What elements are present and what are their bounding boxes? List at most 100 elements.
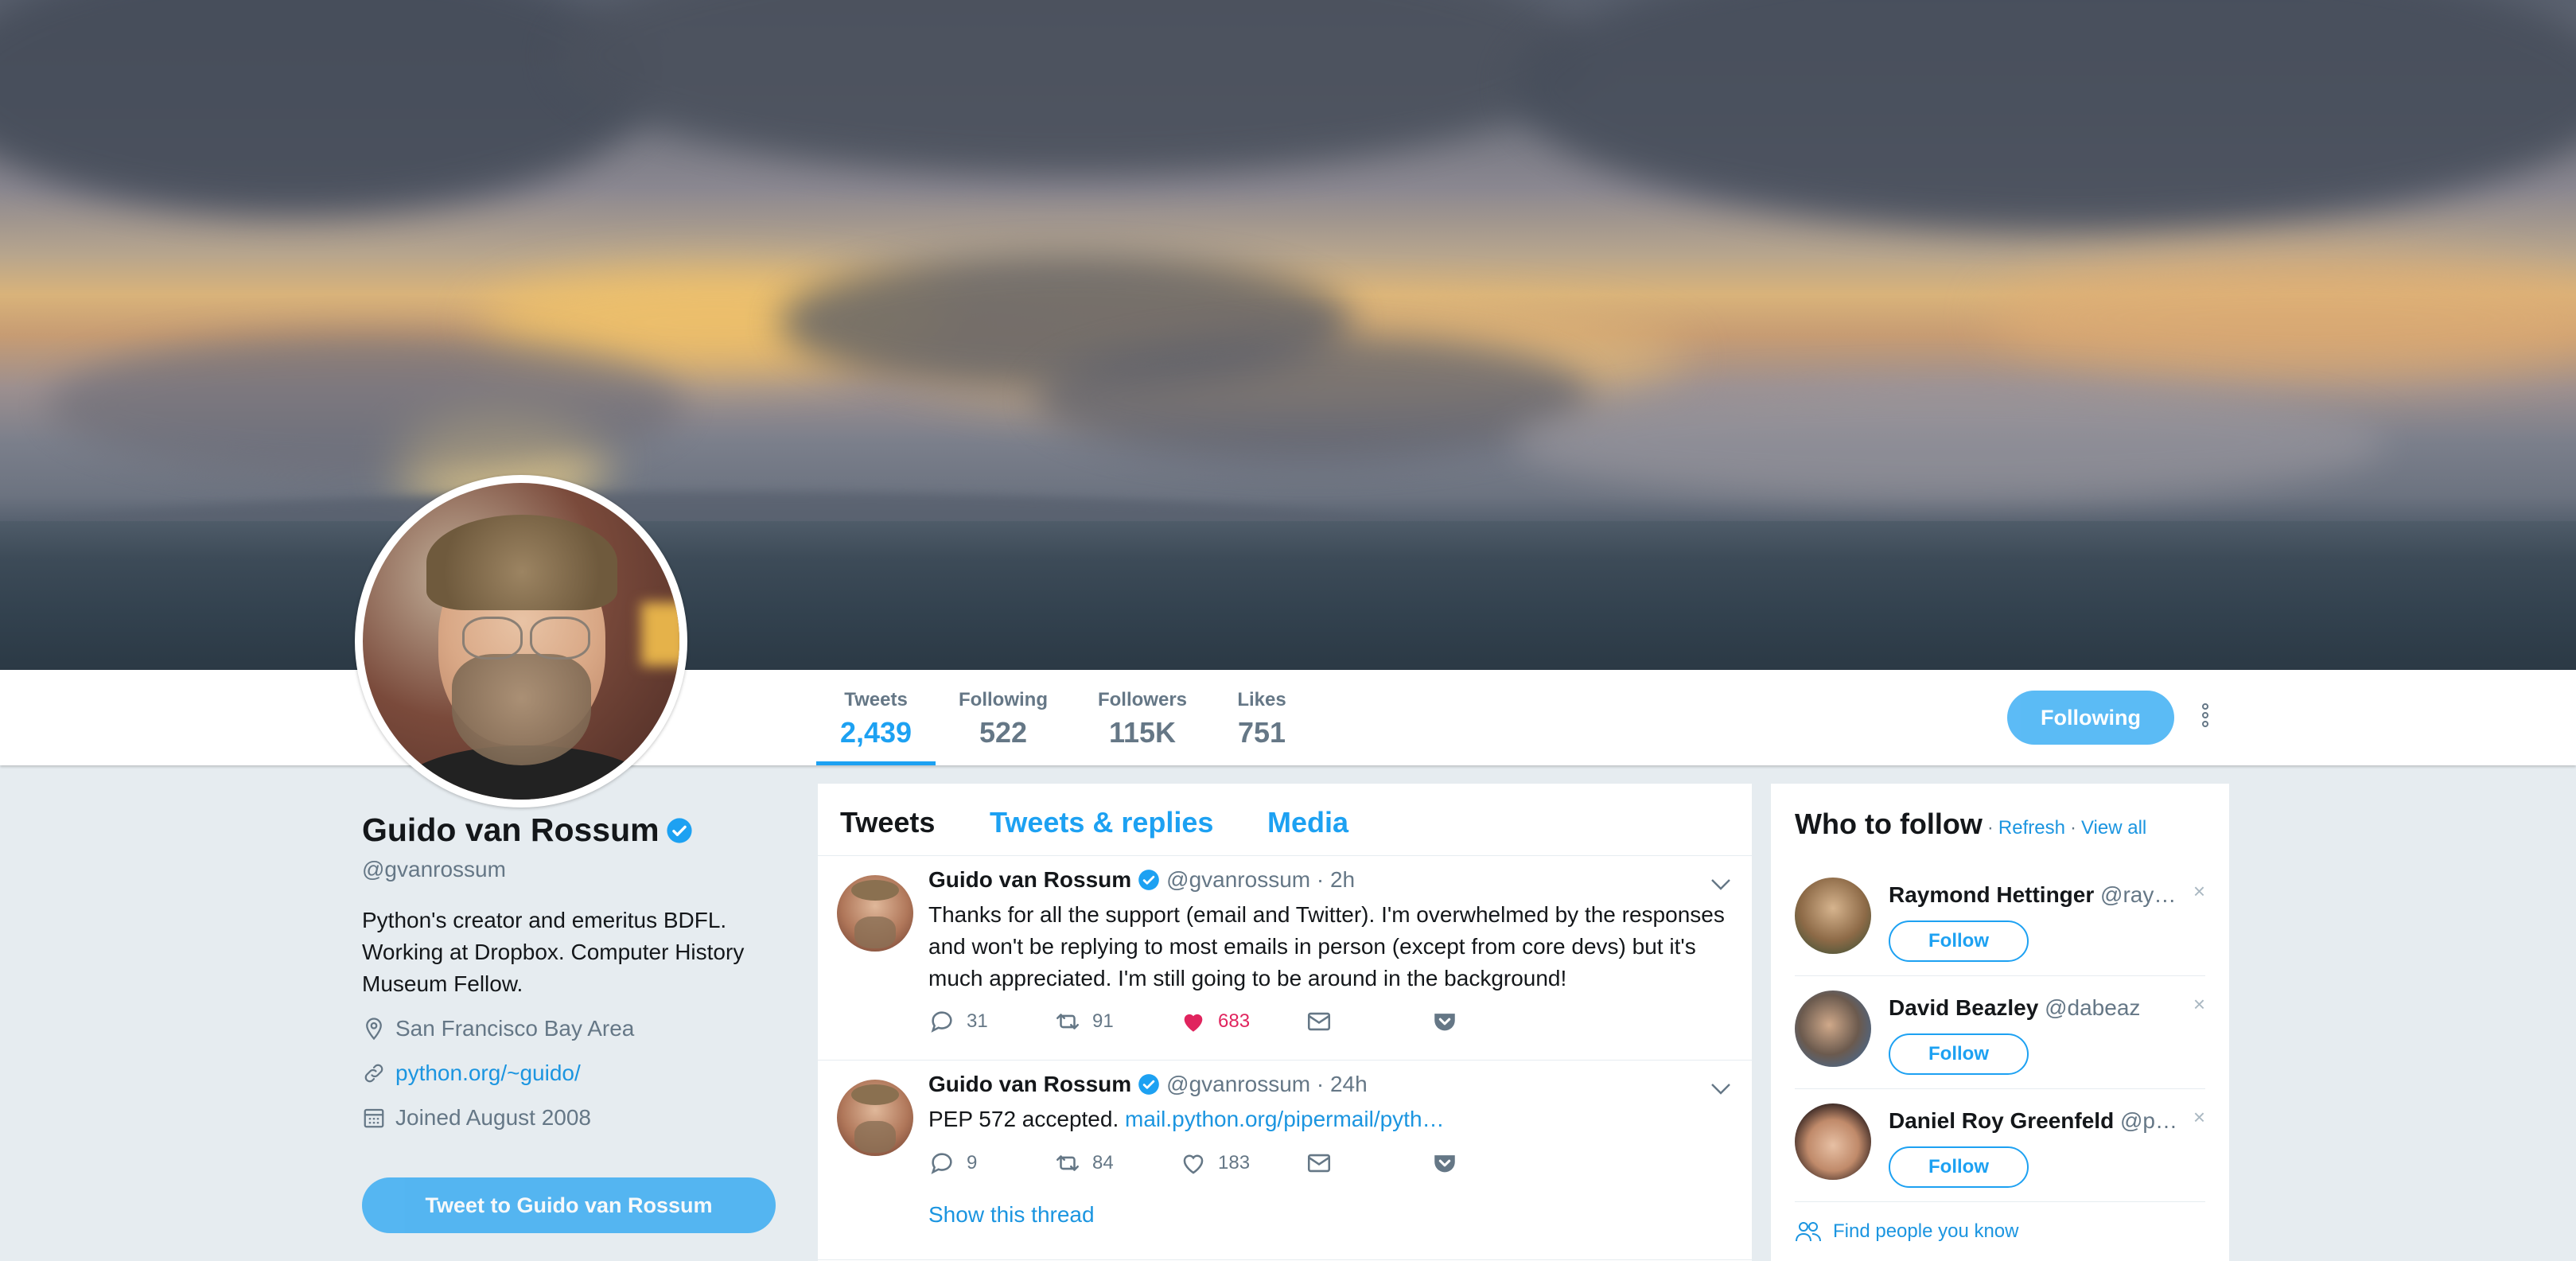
- chevron-down-icon[interactable]: [1710, 878, 1731, 891]
- suggestion-handle: @ray…: [2100, 882, 2177, 907]
- tweet-meta: @gvanrossum · 24h: [1166, 1072, 1368, 1096]
- close-icon[interactable]: ×: [2193, 1105, 2205, 1130]
- nav-stat-value: 522: [979, 716, 1028, 749]
- suggestion-handle: @p…: [2119, 1108, 2177, 1133]
- refresh-link[interactable]: Refresh: [1998, 817, 2065, 839]
- suggestion-name[interactable]: Raymond Hettinger @ray…: [1889, 882, 2176, 908]
- tweet-avatar[interactable]: [837, 1080, 913, 1156]
- following-button[interactable]: Following: [2007, 691, 2174, 745]
- timeline: Tweets Tweets & replies Media Guido van …: [818, 784, 1752, 1261]
- pocket-icon: [1434, 1155, 1455, 1173]
- more-vertical-icon[interactable]: [2202, 703, 2213, 735]
- tweet-author-name[interactable]: Guido van Rossum: [928, 1072, 1131, 1097]
- link-icon: [364, 1064, 383, 1083]
- nav-stat-tweets[interactable]: Tweets 2,439: [816, 689, 936, 765]
- retweet-icon: [1056, 1014, 1080, 1029]
- retweet-icon: [1056, 1155, 1080, 1171]
- timeline-tabs: Tweets Tweets & replies Media: [818, 784, 1752, 856]
- tweet-text: Thanks for all the support (email and Tw…: [928, 902, 1725, 991]
- tweet-to-button[interactable]: Tweet to Guido van Rossum: [362, 1177, 776, 1233]
- envelope-icon: [1307, 1012, 1331, 1031]
- suggestion-name[interactable]: Daniel Roy Greenfeld @p…: [1889, 1108, 2177, 1134]
- reply-action[interactable]: 9: [928, 1150, 1054, 1177]
- like-count: 683: [1218, 1010, 1251, 1032]
- suggestion-name[interactable]: David Beazley @dabeaz: [1889, 995, 2140, 1021]
- tweet-item[interactable]: Guido van Rossum @gvanrossum · 24h PEP 5…: [818, 1061, 1752, 1260]
- find-people-link[interactable]: Find people you know: [1795, 1220, 2018, 1243]
- tweet-item[interactable]: Guido van Rossum @gvanrossum · 2h Thanks…: [818, 856, 1752, 1061]
- close-icon[interactable]: ×: [2193, 879, 2205, 904]
- tweet-link[interactable]: mail.python.org/pipermail/pyth…: [1125, 1107, 1445, 1131]
- nav-stat-likes[interactable]: Likes 751: [1228, 689, 1295, 765]
- reply-count: 31: [967, 1010, 988, 1032]
- envelope-icon: [1307, 1154, 1331, 1173]
- who-to-follow-header: Who to follow · Refresh · View all: [1795, 808, 2146, 841]
- like-action[interactable]: 683: [1180, 1008, 1306, 1035]
- profile-joined: Joined August 2008: [362, 1102, 784, 1134]
- nav-stat-value: 115K: [1108, 716, 1177, 749]
- nav-stat-value: 2,439: [839, 716, 912, 749]
- show-thread-link[interactable]: Show this thread: [928, 1202, 1095, 1228]
- verified-badge-icon: [667, 817, 692, 843]
- suggestion-display-name: David Beazley: [1889, 995, 2039, 1020]
- follow-button[interactable]: Follow: [1889, 920, 2029, 962]
- suggestion-item: David Beazley @dabeaz × Follow: [1795, 976, 2205, 1089]
- follow-button[interactable]: Follow: [1889, 1146, 2029, 1188]
- nav-stat-followers[interactable]: Followers 115K: [1087, 689, 1198, 765]
- tweet-author-name[interactable]: Guido van Rossum: [928, 867, 1131, 893]
- follow-button[interactable]: Follow: [1889, 1033, 2029, 1075]
- suggestion-item: Raymond Hettinger @ray… × Follow: [1795, 863, 2205, 976]
- pocket-action[interactable]: [1431, 1008, 1469, 1035]
- reply-count: 9: [967, 1152, 978, 1173]
- joined-text: Joined August 2008: [395, 1105, 591, 1130]
- website-link[interactable]: python.org/~guido/: [395, 1061, 581, 1086]
- close-icon[interactable]: ×: [2193, 992, 2205, 1017]
- retweet-action[interactable]: 84: [1054, 1150, 1180, 1177]
- nav-stat-label: Tweets: [844, 689, 908, 710]
- pocket-action[interactable]: [1431, 1150, 1469, 1177]
- direct-message-action[interactable]: [1306, 1150, 1431, 1177]
- profile-name-row: Guido van Rossum: [362, 811, 784, 849]
- who-to-follow-module: Who to follow · Refresh · View all Raymo…: [1771, 784, 2229, 1261]
- tab-tweets-replies[interactable]: Tweets & replies: [990, 806, 1213, 839]
- profile-bio: Python's creator and emeritus BDFL. Work…: [362, 908, 745, 996]
- chevron-down-icon[interactable]: [1710, 1083, 1731, 1096]
- verified-badge-icon: [1138, 870, 1159, 890]
- separator-dot: ·: [1986, 817, 1994, 839]
- profile-website: python.org/~guido/: [362, 1057, 784, 1089]
- profile-name: Guido van Rossum: [362, 811, 660, 848]
- location-pin-icon: [366, 1018, 382, 1041]
- who-to-follow-title: Who to follow: [1795, 808, 1983, 840]
- suggestion-avatar[interactable]: [1795, 991, 1871, 1067]
- reply-action[interactable]: 31: [928, 1008, 1054, 1035]
- suggestion-display-name: Daniel Roy Greenfeld: [1889, 1108, 2115, 1133]
- view-all-link[interactable]: View all: [2081, 817, 2146, 839]
- tweet-actions: 9 84 183: [928, 1150, 1469, 1177]
- nav-stat-label: Following: [959, 689, 1048, 710]
- tab-media[interactable]: Media: [1267, 806, 1348, 839]
- heart-filled-icon: [1184, 1014, 1203, 1032]
- retweet-count: 91: [1092, 1010, 1114, 1032]
- direct-message-action[interactable]: [1306, 1008, 1431, 1035]
- tweet-text-body: PEP 572 accepted.: [928, 1107, 1125, 1131]
- profile-handle[interactable]: @gvanrossum: [362, 857, 784, 882]
- reply-icon: [931, 1011, 952, 1033]
- retweet-action[interactable]: 91: [1054, 1008, 1180, 1035]
- like-action[interactable]: 183: [1180, 1150, 1306, 1177]
- heart-icon: [1183, 1154, 1204, 1174]
- find-people-label: Find people you know: [1833, 1220, 2019, 1242]
- tweet-meta: @gvanrossum · 2h: [1166, 867, 1356, 892]
- suggestion-item: Daniel Roy Greenfeld @p… × Follow: [1795, 1089, 2205, 1202]
- location-text: San Francisco Bay Area: [395, 1016, 635, 1041]
- tweet-header: Guido van Rossum @gvanrossum · 2h: [928, 867, 1355, 893]
- profile-location: San Francisco Bay Area: [362, 1013, 784, 1045]
- nav-stat-following[interactable]: Following 522: [951, 689, 1055, 765]
- suggestion-avatar[interactable]: [1795, 878, 1871, 954]
- tab-tweets[interactable]: Tweets: [840, 806, 935, 839]
- nav-stat-value: 751: [1237, 716, 1286, 749]
- profile-card: Guido van Rossum @gvanrossum Python's cr…: [362, 811, 784, 1233]
- suggestion-avatar[interactable]: [1795, 1103, 1871, 1180]
- suggestion-handle: @dabeaz: [2045, 995, 2141, 1020]
- tweet-avatar[interactable]: [837, 875, 913, 952]
- profile-avatar[interactable]: [355, 475, 687, 808]
